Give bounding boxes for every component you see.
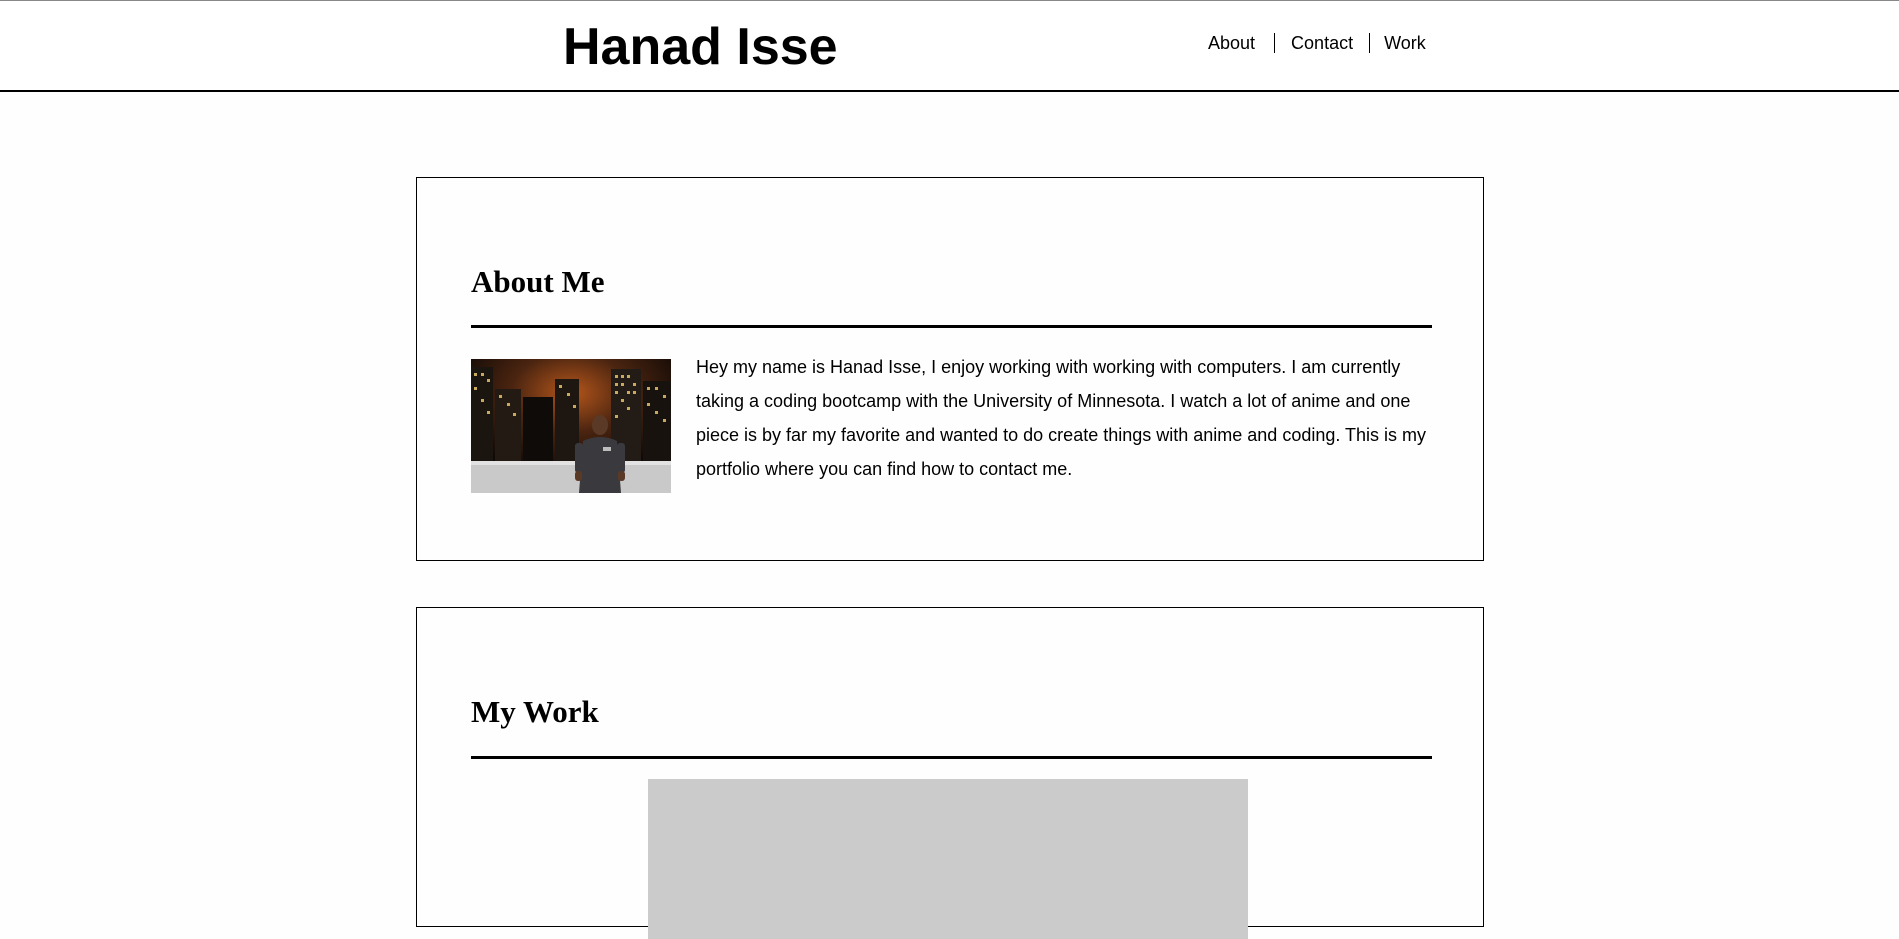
about-heading: About Me bbox=[471, 264, 605, 299]
about-text: Hey my name is Hanad Isse, I enjoy worki… bbox=[696, 357, 1427, 479]
work-heading: My Work bbox=[471, 694, 599, 729]
about-section: About Me Hey my name is Hanad Isse, I en… bbox=[416, 177, 1484, 561]
nav-link-work[interactable]: Work bbox=[1384, 31, 1426, 55]
site-header: Hanad Isse About Contact Work bbox=[0, 1, 1899, 92]
work-section: My Work bbox=[416, 607, 1484, 939]
work-divider bbox=[471, 756, 1432, 759]
nav-link-contact[interactable]: Contact bbox=[1291, 31, 1353, 55]
work-item-image[interactable] bbox=[648, 779, 1248, 939]
about-divider bbox=[471, 325, 1432, 328]
nav-separator bbox=[1274, 33, 1276, 53]
nav-link-about[interactable]: About bbox=[1208, 31, 1255, 55]
main-nav: About Contact Work bbox=[1208, 31, 1426, 55]
profile-photo bbox=[471, 359, 671, 493]
site-title: Hanad Isse bbox=[563, 18, 838, 76]
nav-separator bbox=[1369, 33, 1371, 53]
